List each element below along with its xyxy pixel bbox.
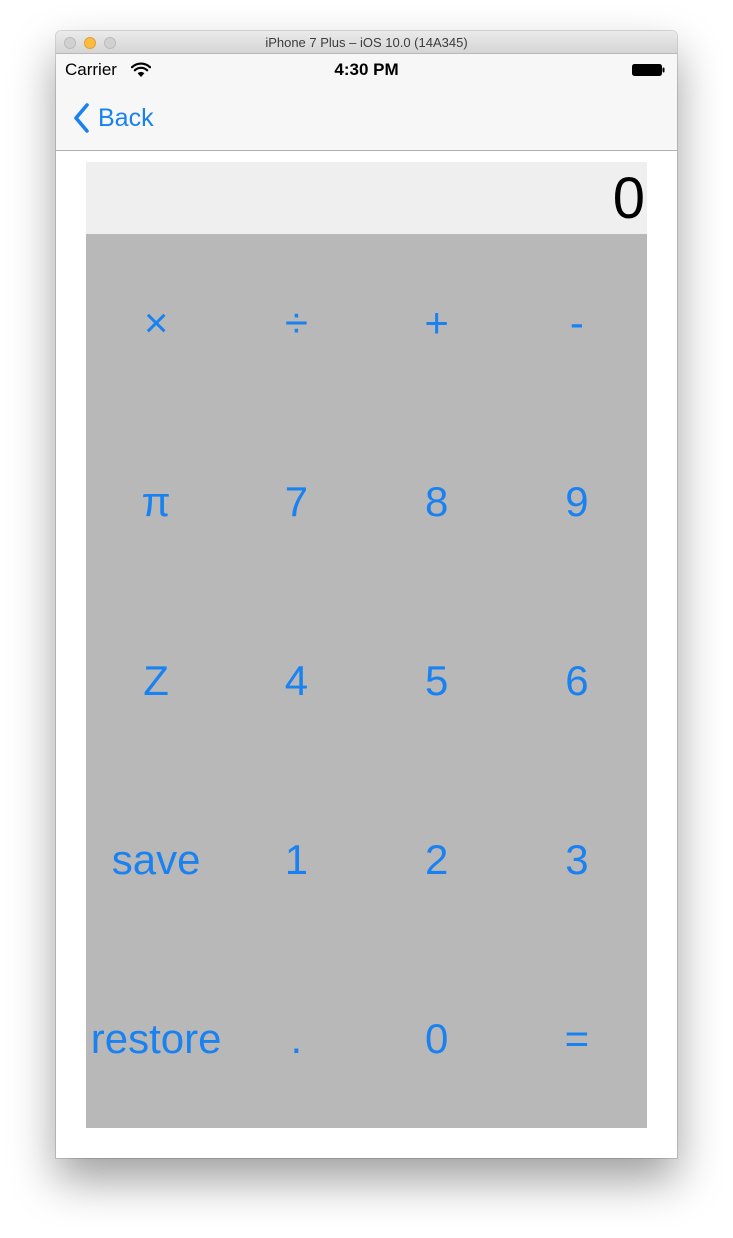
digit-9-key[interactable]: 9 <box>507 413 647 592</box>
chevron-left-icon <box>74 103 89 133</box>
window-title: iPhone 7 Plus – iOS 10.0 (14A345) <box>265 35 468 50</box>
display-value: 0 <box>612 166 645 231</box>
subtract-key[interactable]: - <box>507 234 647 413</box>
back-button[interactable]: Back <box>72 100 154 136</box>
digit-8-key[interactable]: 8 <box>367 413 507 592</box>
digit-4-key[interactable]: 4 <box>226 592 366 771</box>
digit-7-key[interactable]: 7 <box>226 413 366 592</box>
simulator-window: iPhone 7 Plus – iOS 10.0 (14A345) Carrie… <box>56 31 677 1158</box>
digit-1-key[interactable]: 1 <box>226 770 366 949</box>
digit-2-key[interactable]: 2 <box>367 770 507 949</box>
status-bar: Carrier 4:30 PM <box>56 54 677 86</box>
back-label: Back <box>98 103 154 132</box>
save-key[interactable]: save <box>86 770 226 949</box>
divide-key[interactable]: ÷ <box>226 234 366 413</box>
z-key[interactable]: Z <box>86 592 226 771</box>
status-time: 4:30 PM <box>334 60 399 79</box>
digit-3-key[interactable]: 3 <box>507 770 647 949</box>
digit-6-key[interactable]: 6 <box>507 592 647 771</box>
pi-key[interactable]: π <box>86 413 226 592</box>
keypad: × ÷ + - π 7 8 9 Z 4 5 6 save 1 2 3 resto… <box>86 234 647 1128</box>
digit-5-key[interactable]: 5 <box>367 592 507 771</box>
equals-key[interactable]: = <box>507 949 647 1128</box>
navigation-bar: Back <box>56 86 677 151</box>
title-bar: iPhone 7 Plus – iOS 10.0 (14A345) <box>56 31 677 54</box>
digit-0-key[interactable]: 0 <box>367 949 507 1128</box>
calculator: 0 × ÷ + - π 7 8 9 Z 4 5 6 save 1 2 3 res… <box>86 162 647 1128</box>
add-key[interactable]: + <box>367 234 507 413</box>
restore-key[interactable]: restore <box>86 949 226 1128</box>
calculator-display: 0 <box>86 162 647 234</box>
decimal-point-key[interactable]: . <box>226 949 366 1128</box>
battery-icon <box>632 64 665 76</box>
multiply-key[interactable]: × <box>86 234 226 413</box>
